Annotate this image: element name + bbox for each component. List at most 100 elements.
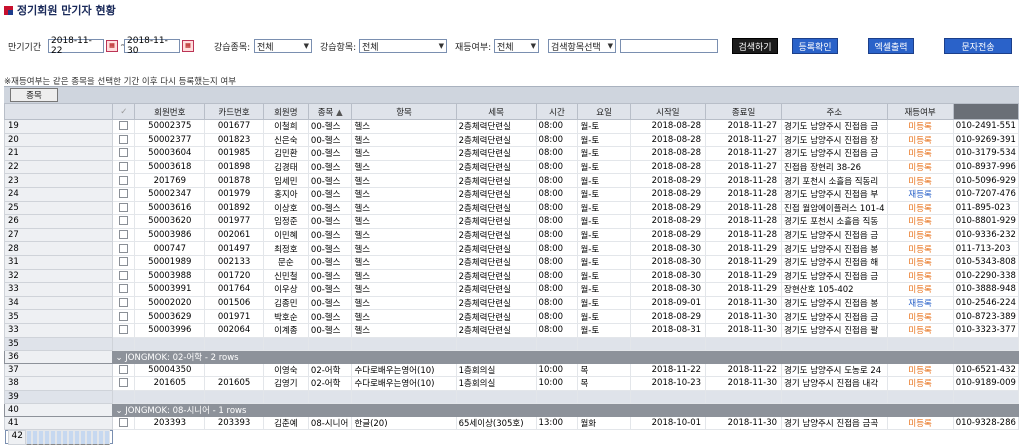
cell-start-date: 2018-08-28 xyxy=(629,119,707,134)
header-address[interactable]: 주소 xyxy=(781,103,888,120)
row-checkbox[interactable] xyxy=(119,189,129,199)
table-row[interactable]: 20 50002377 001823 신은숙 00-헬스 헬스 2층체력단련실 08:00 월-… xyxy=(4,132,1019,148)
header-checkbox[interactable]: ✓ xyxy=(112,103,136,120)
cell-row-checkbox[interactable] xyxy=(112,159,136,175)
search-field-select[interactable]: 검색항목선택 ▼ xyxy=(548,39,616,53)
row-checkbox[interactable] xyxy=(119,417,129,427)
course-type-select[interactable]: 전체 ▼ xyxy=(254,39,312,53)
calendar-icon[interactable]: ▦ xyxy=(182,40,194,52)
group-header-row[interactable]: 36 ⌄ JONGMOK: 02-어학 - 2 rows xyxy=(4,349,1019,364)
header-card-no[interactable]: 카드번호 xyxy=(204,103,264,120)
register-confirm-button[interactable]: 등록확인 xyxy=(792,38,838,54)
table-row[interactable]: 31 50001989 002133 문순 00-헬스 헬스 2층체력단련실 08:00 월-토… xyxy=(4,254,1019,270)
row-checkbox[interactable] xyxy=(119,134,129,144)
course-item-select[interactable]: 전체 ▼ xyxy=(359,39,447,53)
row-checkbox[interactable] xyxy=(119,243,129,253)
table-row[interactable]: 32 50003988 001720 신민철 00-헬스 헬스 2층체력단련실 08:00 월-… xyxy=(4,268,1019,284)
chevron-down-icon: ▼ xyxy=(303,42,309,50)
cell-row-checkbox[interactable] xyxy=(112,186,136,202)
table-row[interactable]: 23 201769 001878 임세민 00-헬스 헬스 2층체력단련실 08:00 월-토 2… xyxy=(4,173,1019,188)
chevron-down-icon[interactable]: ⌄ xyxy=(115,353,122,363)
cell-row-checkbox[interactable] xyxy=(112,376,136,391)
row-checkbox[interactable] xyxy=(119,364,129,374)
table-row[interactable]: 37 50004350 이영숙 02-어학 수다로배우는영어(10) 1층회의실 10:00… xyxy=(4,362,1019,378)
cell-row-checkbox[interactable] xyxy=(112,173,136,188)
header-day[interactable]: 요일 xyxy=(577,103,631,120)
cell-row-checkbox[interactable] xyxy=(112,322,136,338)
header-member-name[interactable]: 회원명 xyxy=(262,103,309,120)
cell-row-checkbox[interactable] xyxy=(112,146,136,161)
row-checkbox[interactable] xyxy=(119,298,129,308)
cell-row-checkbox[interactable] xyxy=(112,119,136,134)
table-row[interactable]: 41 203393 203393 김춘예 08-시니어 한글(20) 65세이상(305호)… xyxy=(4,415,1019,431)
cell-row-checkbox[interactable] xyxy=(112,227,136,243)
table-row[interactable]: 28 000747 001497 최정호 00-헬스 헬스 2층체력단련실 08:00 월-토 2… xyxy=(4,241,1019,256)
cell-phone: 010-5096-929 xyxy=(952,173,1019,188)
search-input[interactable] xyxy=(620,39,718,53)
table-row[interactable]: 27 50003986 002061 이민혜 00-헬스 헬스 2층체력단련실 08:00 월-… xyxy=(4,227,1019,243)
header-time[interactable]: 시간 xyxy=(535,103,579,120)
row-checkbox[interactable] xyxy=(119,325,129,335)
table-row[interactable]: 35 50003629 001971 박호순 00-헬스 헬스 2층체력단련실 08:00 월-… xyxy=(4,309,1019,324)
cell-row-checkbox[interactable] xyxy=(112,309,136,324)
cell-row-checkbox[interactable] xyxy=(112,268,136,284)
cell-phone: 010-9336-232 xyxy=(952,227,1019,243)
row-checkbox[interactable] xyxy=(119,175,129,185)
header-type[interactable]: 종목 ▲ xyxy=(307,103,353,120)
cell-row-checkbox[interactable] xyxy=(112,132,136,148)
row-checkbox[interactable] xyxy=(119,162,129,172)
cell-end-date: 2018-11-28 xyxy=(705,173,783,188)
table-row[interactable]: 33 50003991 001764 이우상 00-헬스 헬스 2층체력단련실 08:00 월-… xyxy=(4,282,1019,297)
row-checkbox[interactable] xyxy=(119,284,129,294)
header-reregister[interactable]: 재등여부 xyxy=(886,103,954,120)
end-date-input[interactable]: 2018-11-30 xyxy=(124,36,180,56)
table-row[interactable]: 22 50003618 001898 김경태 00-헬스 헬스 2층체력단련실 08:00 월-… xyxy=(4,159,1019,175)
start-date-input[interactable]: 2018-11-22 xyxy=(48,36,104,56)
cell-row-checkbox[interactable] xyxy=(112,362,136,378)
row-checkbox[interactable] xyxy=(119,270,129,280)
search-button[interactable]: 검색하기 xyxy=(732,38,778,54)
calendar-icon[interactable]: ▦ xyxy=(106,40,118,52)
table-row[interactable]: 34 50002020 001506 김종민 00-헬스 헬스 2층체력단련실 08:00 월-… xyxy=(4,295,1019,311)
header-start-date[interactable]: 시작일 xyxy=(629,103,707,120)
cell-row-checkbox[interactable] xyxy=(112,415,136,431)
header-detail[interactable]: 세목 xyxy=(455,103,537,120)
cell-start-date: 2018-08-28 xyxy=(629,132,707,148)
cell-row-checkbox[interactable] xyxy=(112,241,136,256)
cell-row-checkbox[interactable] xyxy=(112,200,136,216)
row-checkbox[interactable] xyxy=(119,311,129,321)
header-member-no[interactable]: 회원번호 xyxy=(134,103,206,120)
group-by-item-button[interactable]: 종목 xyxy=(10,88,58,102)
group-header-row[interactable]: 40 ⌄ JONGMOK: 08-시니어 - 1 rows xyxy=(4,402,1019,417)
row-checkbox[interactable] xyxy=(119,216,129,226)
table-row[interactable]: 26 50003620 001977 임정준 00-헬스 헬스 2층체력단련실 08:00 월-… xyxy=(4,214,1019,229)
chevron-down-icon[interactable]: ⌄ xyxy=(115,406,122,416)
cell-row-checkbox[interactable] xyxy=(112,282,136,297)
excel-export-button[interactable]: 엑셀출력 xyxy=(868,38,914,54)
row-checkbox[interactable] xyxy=(119,378,129,388)
sms-send-button[interactable]: 문자전송 xyxy=(944,38,1012,54)
table-row[interactable]: 33 50003996 002064 이계종 00-헬스 헬스 2층체력단련실 08:00 월-… xyxy=(4,322,1019,338)
reregister-label: 재등여부: xyxy=(455,42,492,53)
table-row[interactable]: 25 50003616 001892 이상호 00-헬스 헬스 2층체력단련실 08:00 월-… xyxy=(4,200,1019,216)
table-row[interactable]: 21 50003604 001985 김민환 00-헬스 헬스 2층체력단련실 08:00 월-… xyxy=(4,146,1019,161)
cell-row-checkbox[interactable] xyxy=(112,295,136,311)
cell-row-checkbox[interactable] xyxy=(112,214,136,229)
table-row[interactable]: 24 50002347 001979 홍지아 00-헬스 헬스 2층체력단련실 08:00 월-… xyxy=(4,186,1019,202)
header-end-date[interactable]: 종료일 xyxy=(705,103,783,120)
cell-item: 수다로배우는영어(10) xyxy=(351,362,457,378)
table-row[interactable]: 38 201605 201605 김영기 02-어학 수다로배우는영어(10) 1층회의실 1… xyxy=(4,376,1019,391)
row-checkbox[interactable] xyxy=(119,202,129,212)
cell-card-no: 001892 xyxy=(204,200,264,216)
cell-type: 00-헬스 xyxy=(307,295,353,311)
header-phone[interactable] xyxy=(952,103,1019,120)
header-item[interactable]: 항목 xyxy=(351,103,457,120)
row-checkbox[interactable] xyxy=(119,230,129,240)
row-checkbox[interactable] xyxy=(119,121,129,131)
reregister-select[interactable]: 전체 ▼ xyxy=(494,39,539,53)
row-checkbox[interactable] xyxy=(119,257,129,267)
table-row[interactable]: 19 50002375 001677 이철희 00-헬스 헬스 2층체력단련실 08:00 월-… xyxy=(4,119,1019,134)
cell-row-checkbox[interactable] xyxy=(112,254,136,270)
selected-row[interactable]: 42 xyxy=(4,429,113,445)
row-checkbox[interactable] xyxy=(119,148,129,158)
